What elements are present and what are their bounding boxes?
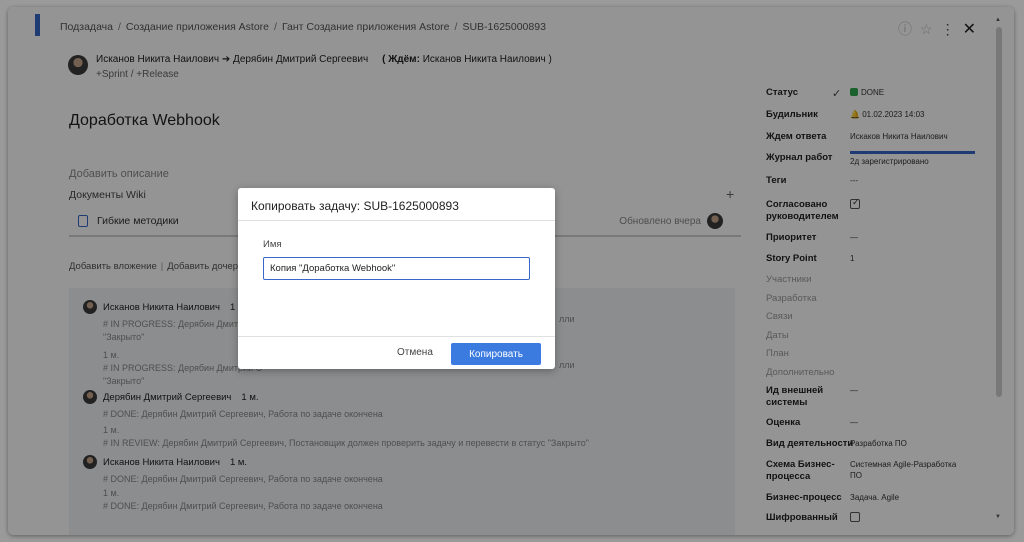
copy-button[interactable]: Копировать — [451, 343, 541, 365]
cancel-button[interactable]: Отмена — [397, 347, 433, 358]
dialog-footer: Отмена Копировать — [238, 336, 555, 369]
name-input[interactable] — [263, 257, 530, 280]
name-field-label: Имя — [263, 239, 282, 250]
copy-task-dialog: Копировать задачу: SUB-1625000893 Имя От… — [238, 188, 555, 369]
dialog-title: Копировать задачу: SUB-1625000893 — [238, 188, 555, 221]
